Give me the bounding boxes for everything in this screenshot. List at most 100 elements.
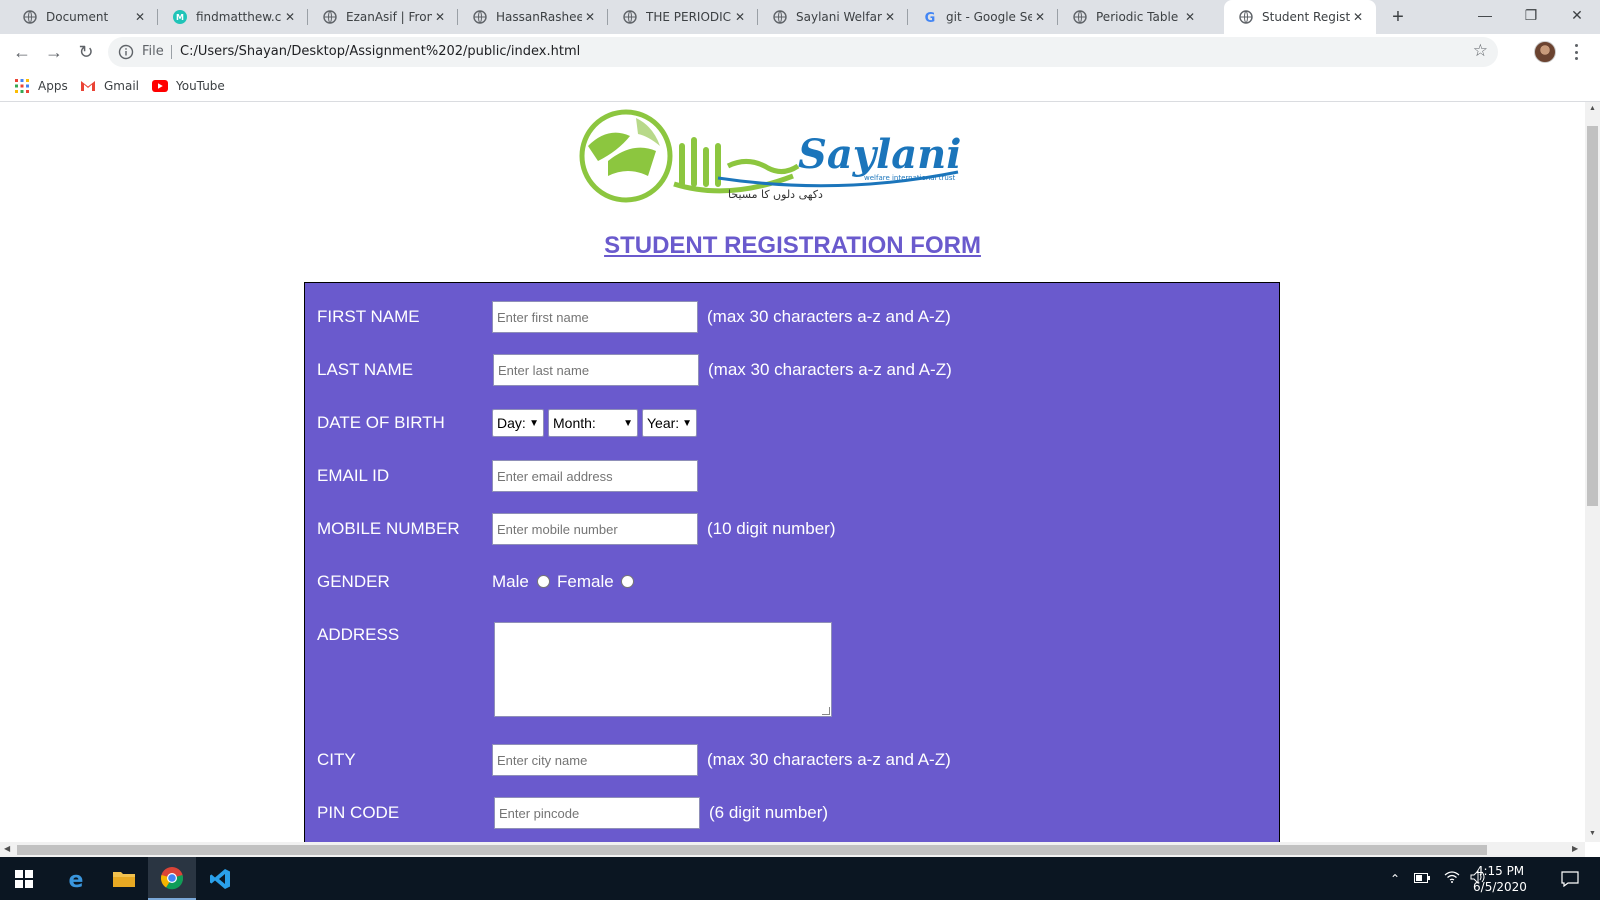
mobile-hint: (10 digit number) — [707, 519, 836, 538]
svg-text:e: e — [69, 868, 84, 891]
svg-text:G: G — [925, 11, 936, 24]
tab-periodic-table-caps[interactable]: THE PERIODIC TABLE ✕ — [608, 0, 758, 34]
pin-label: PIN CODE — [317, 803, 400, 822]
gender-male-radio[interactable] — [537, 575, 550, 588]
youtube-icon — [152, 78, 168, 94]
bookmark-youtube[interactable]: YouTube — [152, 77, 225, 95]
tab-periodic-table[interactable]: Periodic Table ✕ — [1058, 0, 1208, 34]
file-explorer-icon[interactable] — [100, 857, 148, 900]
tab-title: HassanRasheed — [496, 10, 582, 24]
saylani-logo: Saylani welfare international trust دکھی… — [578, 106, 978, 206]
mobile-label: MOBILE NUMBER — [317, 519, 460, 538]
last-name-input[interactable]: Enter last name — [493, 354, 699, 386]
tab-title: Document — [46, 10, 109, 24]
year-select[interactable]: Year: ▼ — [642, 409, 697, 437]
windows-start-icon[interactable] — [0, 857, 48, 900]
tab-document[interactable]: Document ✕ — [8, 0, 158, 34]
gender-female-radio[interactable] — [621, 575, 634, 588]
tab-saylani-welfare[interactable]: Saylani Welfare Trust ✕ — [758, 0, 908, 34]
address-label: ADDRESS — [317, 625, 400, 644]
dob-label: DATE OF BIRTH — [317, 413, 445, 432]
close-icon[interactable]: ✕ — [582, 9, 598, 25]
close-icon[interactable]: ✕ — [732, 9, 748, 25]
last-name-hint: (max 30 characters a-z and A-Z) — [708, 360, 952, 379]
globe-icon — [1238, 9, 1254, 25]
chevron-down-icon: ▼ — [682, 417, 692, 429]
tab-ezanasif[interactable]: EzanAsif | FrontEnd ✕ — [308, 0, 458, 34]
clock-time: 4:15 PM — [1475, 864, 1525, 878]
gender-label: GENDER — [317, 572, 390, 591]
tab-findmatthew[interactable]: M findmatthew.com ✕ — [158, 0, 308, 34]
tab-hassanrasheed[interactable]: HassanRasheed ✕ — [458, 0, 608, 34]
bookmark-apps[interactable]: Apps — [14, 77, 68, 95]
globe-icon — [622, 9, 638, 25]
resize-grip-icon[interactable] — [822, 707, 830, 715]
scroll-left-arrow-icon[interactable]: ◀ — [4, 844, 10, 853]
restore-icon[interactable]: ❐ — [1508, 0, 1554, 30]
close-icon[interactable]: ✕ — [1350, 9, 1366, 25]
info-icon[interactable] — [118, 44, 134, 60]
bookmark-label: Apps — [38, 79, 68, 93]
new-tab-plus-icon[interactable]: + — [1386, 5, 1410, 29]
close-icon[interactable]: ✕ — [1182, 9, 1198, 25]
month-select[interactable]: Month: ▼ — [548, 409, 638, 437]
battery-icon[interactable] — [1414, 872, 1431, 886]
tray-chevron-up-icon[interactable]: ⌃ — [1390, 872, 1400, 886]
globe-icon — [472, 9, 488, 25]
email-label: EMAIL ID — [317, 466, 390, 485]
first-name-input[interactable]: Enter first name — [492, 301, 698, 333]
gender-male-label: Male — [492, 572, 529, 591]
profile-avatar[interactable] — [1534, 41, 1556, 63]
bookmark-gmail[interactable]: Gmail — [80, 77, 139, 95]
email-input[interactable]: Enter email address — [492, 460, 698, 492]
close-icon[interactable]: ✕ — [882, 9, 898, 25]
address-bar[interactable]: File C:/Users/Shayan/Desktop/Assignment%… — [108, 37, 1498, 67]
chrome-icon[interactable] — [148, 857, 196, 900]
clock-date: 6/5/2020 — [1473, 880, 1527, 894]
horizontal-scrollbar[interactable]: ◀ ▶ — [0, 842, 1585, 857]
close-icon[interactable]: ✕ — [282, 9, 298, 25]
globe-icon — [322, 9, 338, 25]
chevron-down-icon: ▼ — [623, 417, 633, 429]
logo-tagline: welfare international trust — [864, 174, 955, 182]
close-icon[interactable]: ✕ — [432, 9, 448, 25]
apps-grid-icon — [14, 78, 30, 94]
close-icon[interactable]: ✕ — [1032, 9, 1048, 25]
scroll-up-arrow-icon[interactable]: ▲ — [1589, 105, 1596, 112]
mobile-input[interactable]: Enter mobile number — [492, 513, 698, 545]
vertical-scroll-thumb[interactable] — [1587, 126, 1598, 506]
bookmark-star-icon[interactable]: ☆ — [1473, 41, 1488, 61]
edge-icon[interactable]: e — [52, 857, 100, 900]
reload-icon[interactable]: ↻ — [74, 40, 98, 64]
wifi-icon[interactable] — [1444, 871, 1460, 886]
city-input[interactable]: Enter city name — [492, 744, 698, 776]
minimize-icon[interactable]: — — [1462, 0, 1508, 30]
tab-strip: Document ✕ M findmatthew.com ✕ EzanAsif … — [0, 0, 1600, 34]
close-icon[interactable]: ✕ — [132, 9, 148, 25]
pin-hint: (6 digit number) — [709, 803, 829, 822]
logo-urdu-motto: دکھی دلوں کا مسیحا — [728, 188, 823, 201]
back-arrow-icon[interactable]: ← — [10, 40, 34, 64]
day-select[interactable]: Day: ▼ — [492, 409, 544, 437]
taskbar-clock[interactable]: 4:15 PM 6/5/2020 — [1460, 863, 1540, 895]
forward-arrow-icon[interactable]: → — [42, 40, 66, 64]
horizontal-scroll-thumb[interactable] — [17, 845, 1487, 855]
tab-google-search[interactable]: G git - Google Search ✕ — [908, 0, 1058, 34]
address-textarea[interactable] — [494, 622, 832, 717]
vertical-scrollbar[interactable]: ▲ ▼ — [1585, 102, 1600, 842]
scroll-right-arrow-icon[interactable]: ▶ — [1572, 844, 1578, 853]
tab-student-registration[interactable]: Student Registration ✕ — [1224, 0, 1376, 34]
first-name-hint: (max 30 characters a-z and A-Z) — [707, 307, 951, 326]
url-text[interactable]: C:/Users/Shayan/Desktop/Assignment%202/p… — [180, 44, 580, 59]
logo-wordmark: Saylani — [798, 131, 961, 178]
teal-badge-icon: M — [172, 9, 188, 25]
scroll-down-arrow-icon[interactable]: ▼ — [1589, 830, 1596, 837]
vscode-icon[interactable] — [196, 857, 244, 900]
kebab-menu-icon[interactable] — [1570, 42, 1582, 62]
window-close-icon[interactable]: ✕ — [1554, 0, 1600, 30]
year-select-value: Year: — [647, 415, 680, 431]
bookmarks-bar: Apps Gmail YouTube — [0, 70, 1600, 102]
tab-title: Student Registration — [1262, 10, 1350, 24]
pin-input[interactable]: Enter pincode — [494, 797, 700, 829]
notification-center-icon[interactable] — [1546, 857, 1594, 900]
